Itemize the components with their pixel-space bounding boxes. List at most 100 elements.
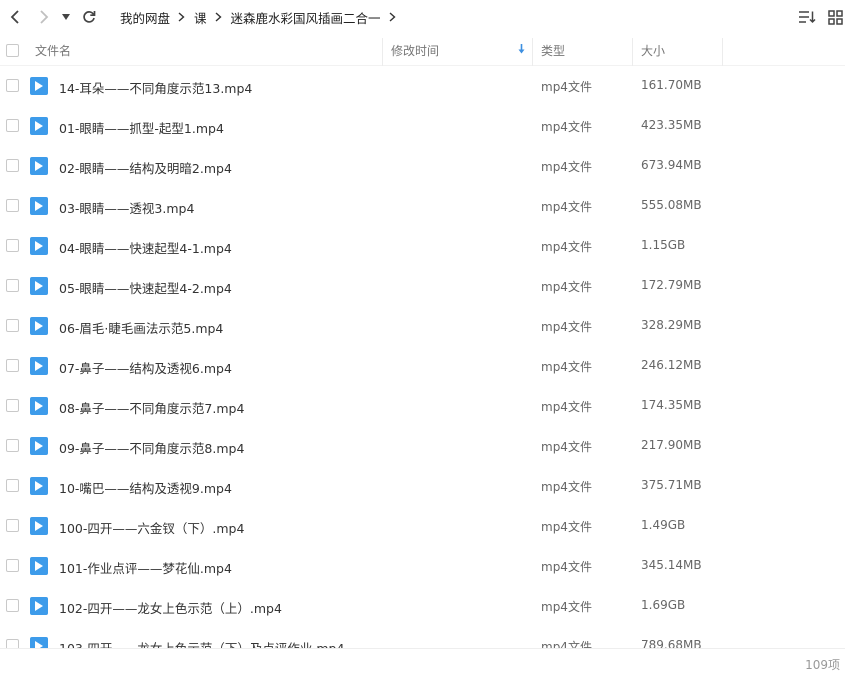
row-checkbox[interactable]: [6, 519, 19, 532]
video-file-icon: [30, 277, 48, 295]
grid-view-button[interactable]: [825, 8, 845, 26]
select-all-checkbox[interactable]: [6, 44, 19, 57]
file-type: mp4文件: [541, 440, 592, 454]
file-name: 14-耳朵——不同角度示范13.mp4: [59, 81, 253, 96]
file-type: mp4文件: [541, 240, 592, 254]
video-file-icon: [30, 397, 48, 415]
back-button[interactable]: [5, 6, 25, 28]
file-name: 10-嘴巴——结构及透视9.mp4: [59, 481, 232, 496]
row-checkbox[interactable]: [6, 159, 19, 172]
file-name: 02-眼睛——结构及明暗2.mp4: [59, 161, 232, 176]
row-checkbox[interactable]: [6, 359, 19, 372]
file-name: 09-鼻子——不同角度示范8.mp4: [59, 441, 245, 456]
column-header-name[interactable]: 文件名: [35, 42, 71, 59]
file-row[interactable]: 04-眼睛——快速起型4-1.mp4 mp4文件 1.15GB: [0, 226, 845, 266]
file-row[interactable]: 02-眼睛——结构及明暗2.mp4 mp4文件 673.94MB: [0, 146, 845, 186]
video-file-icon: [30, 357, 48, 375]
status-bar: 109项: [0, 648, 845, 675]
row-checkbox[interactable]: [6, 239, 19, 252]
file-row[interactable]: 09-鼻子——不同角度示范8.mp4 mp4文件 217.90MB: [0, 426, 845, 466]
file-name: 01-眼睛——抓型-起型1.mp4: [59, 121, 224, 136]
chevron-right-icon: [215, 12, 222, 22]
row-checkbox[interactable]: [6, 119, 19, 132]
file-type: mp4文件: [541, 600, 592, 614]
column-divider[interactable]: [722, 38, 723, 66]
file-row[interactable]: 08-鼻子——不同角度示范7.mp4 mp4文件 174.35MB: [0, 386, 845, 426]
video-file-icon: [30, 437, 48, 455]
file-type: mp4文件: [541, 280, 592, 294]
column-divider[interactable]: [382, 38, 383, 66]
chevron-right-icon: [178, 12, 185, 22]
toolbar: 我的网盘 课 迷森鹿水彩国风插画二合一: [0, 0, 845, 34]
file-name: 04-眼睛——快速起型4-1.mp4: [59, 241, 232, 256]
file-row[interactable]: 07-鼻子——结构及透视6.mp4 mp4文件 246.12MB: [0, 346, 845, 386]
forward-button[interactable]: [34, 6, 54, 28]
file-size: 246.12MB: [641, 358, 702, 372]
row-checkbox[interactable]: [6, 559, 19, 572]
file-list: 14-耳朵——不同角度示范13.mp4 mp4文件 161.70MB 01-眼睛…: [0, 66, 845, 648]
file-size: 789.68MB: [641, 638, 702, 648]
file-row[interactable]: 103-四开——龙女上色示范（下）及点评作业.mp4 mp4文件 789.68M…: [0, 626, 845, 648]
video-file-icon: [30, 237, 48, 255]
file-size: 1.49GB: [641, 518, 686, 532]
video-file-icon: [30, 157, 48, 175]
column-divider[interactable]: [632, 38, 633, 66]
row-checkbox[interactable]: [6, 599, 19, 612]
file-name: 05-眼睛——快速起型4-2.mp4: [59, 281, 232, 296]
file-row[interactable]: 03-眼睛——透视3.mp4 mp4文件 555.08MB: [0, 186, 845, 226]
history-dropdown-button[interactable]: [58, 6, 74, 28]
breadcrumb: 我的网盘 课 迷森鹿水彩国风插画二合一: [120, 0, 405, 34]
grid-view-icon: [827, 9, 843, 25]
file-row[interactable]: 01-眼睛——抓型-起型1.mp4 mp4文件 423.35MB: [0, 106, 845, 146]
file-type: mp4文件: [541, 400, 592, 414]
sort-menu-button[interactable]: [797, 8, 817, 26]
breadcrumb-item-course[interactable]: 课: [194, 8, 207, 27]
file-name: 100-四开——六金钗（下）.mp4: [59, 521, 245, 536]
column-divider[interactable]: [532, 38, 533, 66]
file-name: 102-四开——龙女上色示范（上）.mp4: [59, 601, 282, 616]
row-checkbox[interactable]: [6, 399, 19, 412]
row-checkbox[interactable]: [6, 479, 19, 492]
row-checkbox[interactable]: [6, 319, 19, 332]
file-type: mp4文件: [541, 120, 592, 134]
file-row[interactable]: 05-眼睛——快速起型4-2.mp4 mp4文件 172.79MB: [0, 266, 845, 306]
file-type: mp4文件: [541, 80, 592, 94]
column-header-modified[interactable]: 修改时间: [391, 42, 439, 59]
video-file-icon: [30, 117, 48, 135]
file-size: 1.15GB: [641, 238, 686, 252]
video-file-icon: [30, 197, 48, 215]
file-type: mp4文件: [541, 480, 592, 494]
row-checkbox[interactable]: [6, 279, 19, 292]
file-size: 673.94MB: [641, 158, 702, 172]
file-size: 375.71MB: [641, 478, 702, 492]
file-type: mp4文件: [541, 520, 592, 534]
video-file-icon: [30, 637, 48, 648]
breadcrumb-item-current-folder[interactable]: 迷森鹿水彩国风插画二合一: [231, 8, 381, 27]
refresh-button[interactable]: [79, 6, 99, 28]
chevron-left-icon: [10, 10, 19, 24]
file-name: 101-作业点评——梦花仙.mp4: [59, 561, 232, 576]
file-size: 328.29MB: [641, 318, 702, 332]
file-size: 172.79MB: [641, 278, 702, 292]
video-file-icon: [30, 477, 48, 495]
file-size: 345.14MB: [641, 558, 702, 572]
column-header-size[interactable]: 大小: [641, 42, 665, 59]
file-name: 08-鼻子——不同角度示范7.mp4: [59, 401, 245, 416]
file-row[interactable]: 06-眉毛·睫毛画法示范5.mp4 mp4文件 328.29MB: [0, 306, 845, 346]
file-type: mp4文件: [541, 560, 592, 574]
row-checkbox[interactable]: [6, 199, 19, 212]
chevron-right-icon: [389, 12, 396, 22]
file-row[interactable]: 102-四开——龙女上色示范（上）.mp4 mp4文件 1.69GB: [0, 586, 845, 626]
file-name: 07-鼻子——结构及透视6.mp4: [59, 361, 232, 376]
column-header-type[interactable]: 类型: [541, 42, 565, 59]
file-row[interactable]: 10-嘴巴——结构及透视9.mp4 mp4文件 375.71MB: [0, 466, 845, 506]
breadcrumb-item-home[interactable]: 我的网盘: [120, 8, 170, 27]
caret-down-icon: [62, 14, 70, 20]
file-row[interactable]: 100-四开——六金钗（下）.mp4 mp4文件 1.49GB: [0, 506, 845, 546]
row-checkbox[interactable]: [6, 79, 19, 92]
row-checkbox[interactable]: [6, 639, 19, 648]
row-checkbox[interactable]: [6, 439, 19, 452]
file-row[interactable]: 101-作业点评——梦花仙.mp4 mp4文件 345.14MB: [0, 546, 845, 586]
file-row[interactable]: 14-耳朵——不同角度示范13.mp4 mp4文件 161.70MB: [0, 66, 845, 106]
video-file-icon: [30, 597, 48, 615]
